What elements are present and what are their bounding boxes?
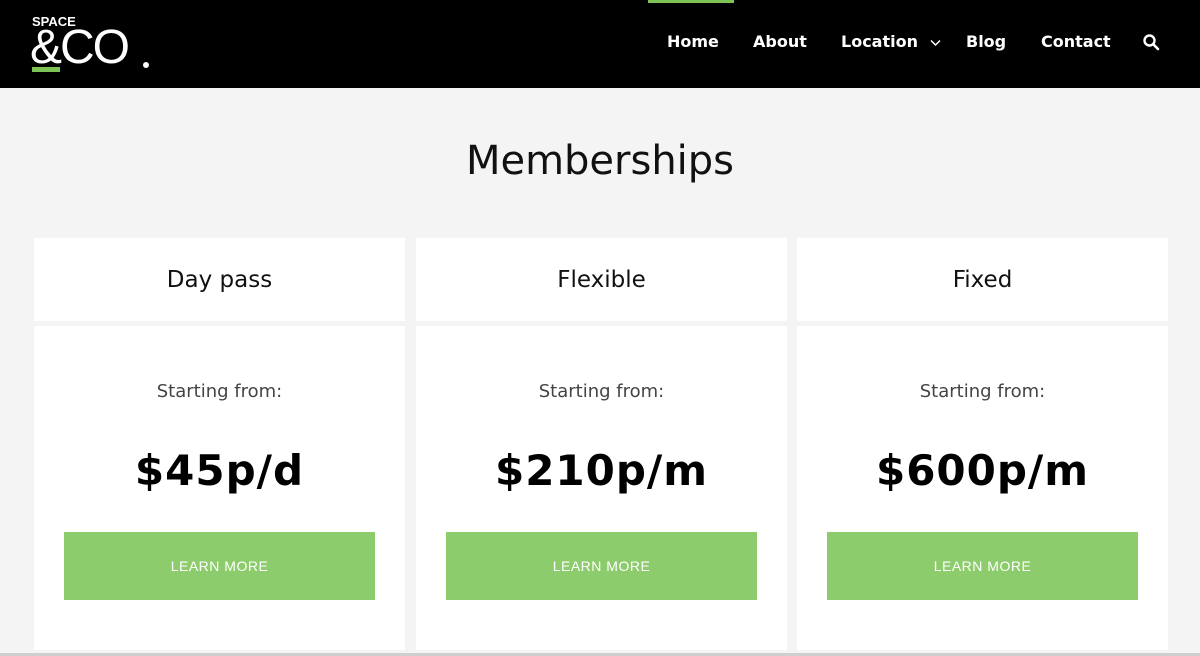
starting-from-label: Starting from: <box>156 381 283 402</box>
nav-active-indicator <box>648 0 734 3</box>
plan-card-header: Day pass <box>34 238 405 321</box>
learn-more-button[interactable]: LEARN MORE <box>446 532 757 600</box>
logo-main-text: &CO <box>30 21 130 74</box>
nav-item-blog[interactable]: Blog <box>966 30 1006 54</box>
nav-item-location[interactable]: Location <box>841 30 941 54</box>
nav-item-about[interactable]: About <box>753 30 807 54</box>
plan-card-body: Starting from: $210p/m LEARN MORE <box>416 326 787 650</box>
starting-from-label: Starting from: <box>538 381 665 402</box>
learn-more-button[interactable]: LEARN MORE <box>64 532 375 600</box>
brand-logo[interactable]: SPACE &CO <box>30 12 160 76</box>
plan-price: $210p/m <box>494 446 709 495</box>
learn-more-button[interactable]: LEARN MORE <box>827 532 1138 600</box>
plan-name: Fixed <box>952 266 1013 293</box>
starting-from-label: Starting from: <box>919 381 1046 402</box>
plan-name: Day pass <box>166 266 273 293</box>
plan-card-header: Fixed <box>797 238 1168 321</box>
plan-price: $45p/d <box>134 446 305 495</box>
plan-card-body: Starting from: $45p/d LEARN MORE <box>34 326 405 650</box>
plan-price: $600p/m <box>875 446 1090 495</box>
search-icon[interactable] <box>1142 33 1160 51</box>
top-navigation-bar: SPACE &CO Home About Location Blog Conta… <box>0 0 1200 88</box>
plan-card-body: Starting from: $600p/m LEARN MORE <box>797 326 1168 650</box>
plan-card-header: Flexible <box>416 238 787 321</box>
chevron-down-icon <box>930 39 941 46</box>
nav-item-contact[interactable]: Contact <box>1041 30 1111 54</box>
nav-item-home[interactable]: Home <box>667 30 719 54</box>
nav-item-location-label: Location <box>841 32 918 51</box>
logo-dot <box>143 62 149 68</box>
plan-name: Flexible <box>557 266 646 293</box>
logo-accent-underline <box>32 67 60 72</box>
page-title: Memberships <box>465 138 735 184</box>
